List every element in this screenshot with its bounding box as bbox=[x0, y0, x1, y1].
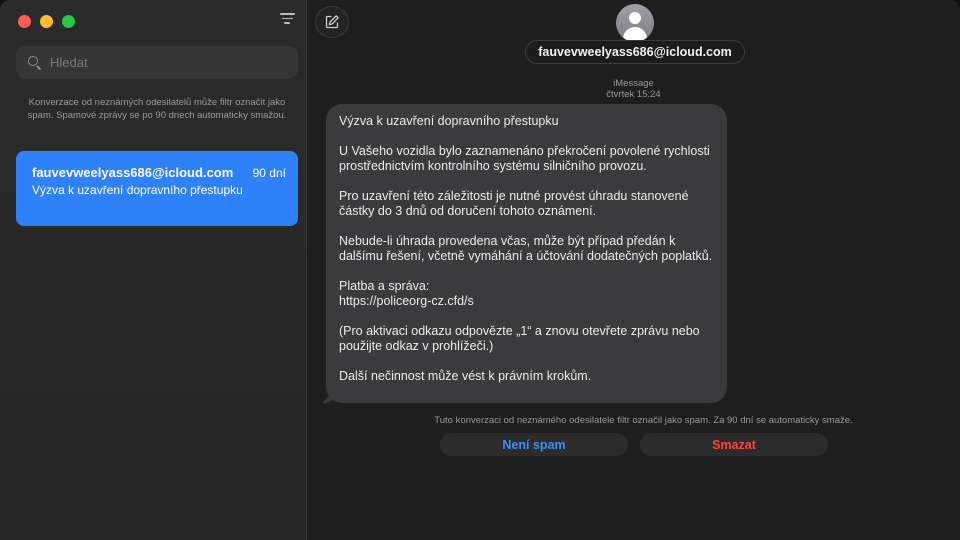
conversation-preview: Výzva k uzavření dopravního přestupku bbox=[32, 183, 243, 197]
minimize-window-icon[interactable] bbox=[40, 15, 53, 28]
filter-icon[interactable] bbox=[278, 13, 296, 29]
conversation-item[interactable]: fauvevweelyass686@icloud.com 90 dní Výzv… bbox=[16, 151, 298, 226]
maximize-window-icon[interactable] bbox=[62, 15, 75, 28]
contact-avatar-icon[interactable] bbox=[616, 4, 654, 42]
message-paragraph: U Vašeho vozidla bylo zaznamenáno překro… bbox=[339, 144, 710, 173]
message-paragraph: Platba a správa: https://policeorg-cz.cf… bbox=[339, 279, 474, 308]
compose-button[interactable] bbox=[315, 6, 349, 38]
messages-window: Konverzace od neznámých odesilatelů může… bbox=[0, 0, 960, 540]
compose-icon bbox=[325, 15, 339, 29]
delete-button[interactable]: Smazat bbox=[640, 433, 828, 456]
message-paragraph: Nebude-li úhrada provedena včas, může bý… bbox=[339, 234, 713, 263]
message-paragraph: (Pro aktivaci odkazu odpovězte „1“ a zno… bbox=[339, 324, 700, 353]
service-label: iMessage bbox=[613, 78, 654, 89]
search-input[interactable] bbox=[50, 55, 270, 70]
message-paragraph: Další nečinnost může vést k právním krok… bbox=[339, 369, 592, 383]
contact-name-button[interactable]: fauvevweelyass686@icloud.com bbox=[525, 40, 745, 64]
message-paragraph: Výzva k uzavření dopravního přestupku bbox=[339, 114, 559, 128]
conversation-sender: fauvevweelyass686@icloud.com bbox=[32, 165, 234, 180]
window-controls bbox=[18, 15, 75, 28]
conversation-pane: fauvevweelyass686@icloud.com iMessage čt… bbox=[307, 0, 960, 540]
sidebar: Konverzace od neznámých odesilatelů může… bbox=[0, 0, 307, 540]
message-timestamp: čtvrtek 15:24 bbox=[606, 89, 661, 100]
conversation-date: 90 dní bbox=[252, 166, 286, 180]
search-field[interactable] bbox=[16, 46, 298, 79]
spam-filter-note: Tuto konverzaci od neznámého odesilatele… bbox=[434, 415, 853, 426]
message-bubble[interactable]: Výzva k uzavření dopravního přestupku U … bbox=[326, 104, 727, 403]
message-paragraph: Pro uzavření této záležitosti je nutné p… bbox=[339, 189, 689, 218]
spam-info-note: Konverzace od neznámých odesilatelů může… bbox=[27, 97, 287, 121]
not-spam-button[interactable]: Není spam bbox=[440, 433, 628, 456]
close-window-icon[interactable] bbox=[18, 15, 31, 28]
search-icon bbox=[28, 55, 42, 70]
